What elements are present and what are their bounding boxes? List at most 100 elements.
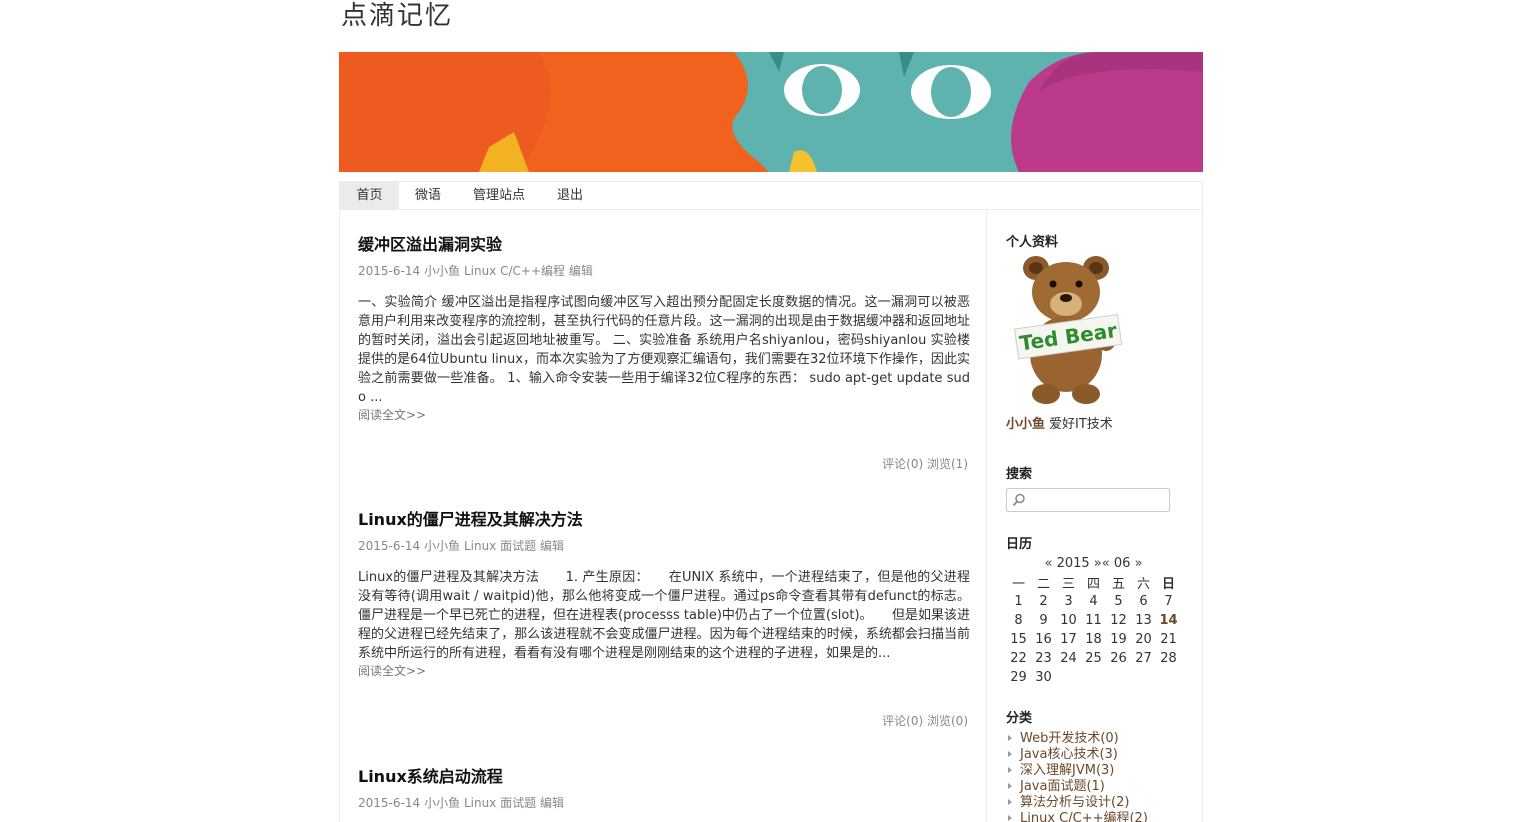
- calendar-week: 8 9 10 11 12 13 14: [1006, 611, 1181, 630]
- calendar-day: 7: [1164, 594, 1173, 609]
- bullet-arrow-icon: [1008, 751, 1012, 757]
- calendar-year: 2015: [1056, 556, 1090, 571]
- post-author[interactable]: 小小鱼: [424, 796, 460, 810]
- search-box: [1006, 488, 1170, 512]
- avatar[interactable]: Ted Bear: [1006, 254, 1128, 406]
- category-item[interactable]: Java核心技术(3): [1006, 747, 1186, 763]
- category-link[interactable]: Java核心技术(3): [1020, 747, 1118, 762]
- calendar-day: 18: [1085, 632, 1102, 647]
- post-views[interactable]: 浏览(0): [927, 714, 968, 728]
- post-author[interactable]: 小小鱼: [424, 539, 460, 553]
- bullet-arrow-icon: [1008, 799, 1012, 805]
- post-item: Linux系统启动流程 2015-6-14 小小鱼 Linux 面试题 编辑: [358, 766, 970, 811]
- calendar-day: 9: [1039, 613, 1048, 628]
- category-link[interactable]: 深入理解JVM(3): [1020, 763, 1114, 778]
- nav-logout[interactable]: 退出: [541, 182, 599, 210]
- post-meta: 2015-6-14 小小鱼 Linux 面试题 编辑: [358, 538, 970, 554]
- calendar-day: 22: [1010, 651, 1027, 666]
- calendar-nav: « 2015 »« 06 »: [1006, 556, 1181, 571]
- calendar-day: 17: [1060, 632, 1077, 647]
- post-title[interactable]: 缓冲区溢出漏洞实验: [358, 235, 502, 254]
- calendar-prev-month[interactable]: «: [1102, 556, 1110, 571]
- calendar-day: 24: [1060, 651, 1077, 666]
- bullet-arrow-icon: [1008, 783, 1012, 789]
- calendar-day: 6: [1139, 594, 1148, 609]
- calendar-day: 27: [1135, 651, 1152, 666]
- post-author[interactable]: 小小鱼: [424, 264, 460, 278]
- search-heading: 搜索: [1006, 467, 1033, 482]
- calendar-day: 23: [1035, 651, 1052, 666]
- profile-heading: 个人资料: [1006, 235, 1059, 250]
- post-category[interactable]: Linux 面试题: [464, 539, 536, 553]
- post-category[interactable]: Linux C/C++编程: [464, 264, 565, 278]
- category-item[interactable]: 算法分析与设计(2): [1006, 795, 1186, 811]
- banner-artwork: [339, 52, 1203, 172]
- post-meta: 2015-6-14 小小鱼 Linux C/C++编程 编辑: [358, 263, 970, 279]
- post-edit-link[interactable]: 编辑: [569, 264, 593, 278]
- calendar-heading: 日历: [1006, 537, 1033, 552]
- search-icon[interactable]: [1012, 493, 1026, 507]
- post-item: 缓冲区溢出漏洞实验 2015-6-14 小小鱼 Linux C/C++编程 编辑 …: [358, 234, 970, 423]
- calendar-day: 15: [1010, 632, 1027, 647]
- calendar-day: [1156, 668, 1181, 687]
- nav-microblog[interactable]: 微语: [399, 182, 457, 210]
- calendar-day: [1106, 668, 1131, 687]
- calendar-week: 15 16 17 18 19 20 21: [1006, 630, 1181, 649]
- calendar-next-month[interactable]: »: [1135, 556, 1143, 571]
- bullet-arrow-icon: [1008, 735, 1012, 741]
- search-input[interactable]: [1029, 491, 1165, 509]
- profile-name[interactable]: 小小鱼: [1006, 417, 1045, 432]
- calendar-day-today[interactable]: 14: [1156, 611, 1181, 630]
- calendar-weekday: 五: [1111, 577, 1125, 592]
- post-date: 2015-6-14: [358, 539, 421, 553]
- nav-admin[interactable]: 管理站点: [457, 182, 541, 210]
- category-item[interactable]: Java面试题(1): [1006, 779, 1186, 795]
- post-title[interactable]: Linux的僵尸进程及其解决方法: [358, 510, 583, 529]
- calendar-prev-year[interactable]: «: [1044, 556, 1052, 571]
- calendar-weekday-row: 一 二 三 四 五 六 日: [1006, 573, 1181, 592]
- calendar-day: 16: [1035, 632, 1052, 647]
- calendar-weekday: 一: [1011, 577, 1025, 592]
- category-item[interactable]: Linux C/C++编程(2): [1006, 811, 1186, 822]
- category-link[interactable]: 算法分析与设计(2): [1020, 795, 1129, 810]
- read-more-link[interactable]: 阅读全文>>: [358, 663, 970, 679]
- category-link[interactable]: Web开发技术(0): [1020, 731, 1119, 746]
- read-more-link[interactable]: 阅读全文>>: [358, 407, 970, 423]
- category-item[interactable]: 深入理解JVM(3): [1006, 763, 1186, 779]
- calendar-day: [1056, 668, 1081, 687]
- category-link[interactable]: Linux C/C++编程(2): [1020, 811, 1148, 822]
- calendar-week: 1 2 3 4 5 6 7: [1006, 592, 1181, 611]
- category-link[interactable]: Java面试题(1): [1020, 779, 1105, 794]
- post-edit-link[interactable]: 编辑: [540, 539, 564, 553]
- category-item[interactable]: Web开发技术(0): [1006, 731, 1186, 747]
- calendar-weekday: 六: [1136, 577, 1150, 592]
- calendar-day: 8: [1014, 613, 1023, 628]
- header-banner: [339, 52, 1203, 172]
- calendar-day: 2: [1039, 594, 1048, 609]
- post-list: 缓冲区溢出漏洞实验 2015-6-14 小小鱼 Linux C/C++编程 编辑 …: [340, 210, 987, 822]
- calendar-day: 1: [1014, 594, 1023, 609]
- post-stats: 评论(0) 浏览(1): [882, 455, 968, 472]
- calendar-weekday: 三: [1061, 577, 1075, 592]
- calendar-day: 11: [1085, 613, 1102, 628]
- calendar-day: 28: [1160, 651, 1177, 666]
- nav-home[interactable]: 首页: [340, 182, 399, 210]
- calendar-day: 20: [1135, 632, 1152, 647]
- post-comments-link[interactable]: 评论(0): [882, 714, 923, 728]
- post-views[interactable]: 浏览(1): [927, 457, 968, 471]
- profile-info: 小小鱼 爱好IT技术: [1006, 413, 1113, 432]
- post-category[interactable]: Linux 面试题: [464, 796, 536, 810]
- calendar-day: 3: [1064, 594, 1073, 609]
- calendar-next-year[interactable]: »: [1094, 556, 1102, 571]
- post-comments-link[interactable]: 评论(0): [882, 457, 923, 471]
- site-title[interactable]: 点滴记忆: [341, 0, 453, 32]
- post-edit-link[interactable]: 编辑: [540, 796, 564, 810]
- calendar-day: 12: [1110, 613, 1127, 628]
- post-title[interactable]: Linux系统启动流程: [358, 767, 503, 786]
- calendar-day: 26: [1110, 651, 1127, 666]
- calendar-grid: 一 二 三 四 五 六 日 1 2 3 4 5 6 7 8 9 10 11 12…: [1006, 573, 1181, 687]
- bullet-arrow-icon: [1008, 767, 1012, 773]
- calendar-weekday: 二: [1036, 577, 1050, 592]
- calendar-day: 21: [1160, 632, 1177, 647]
- post-date: 2015-6-14: [358, 264, 421, 278]
